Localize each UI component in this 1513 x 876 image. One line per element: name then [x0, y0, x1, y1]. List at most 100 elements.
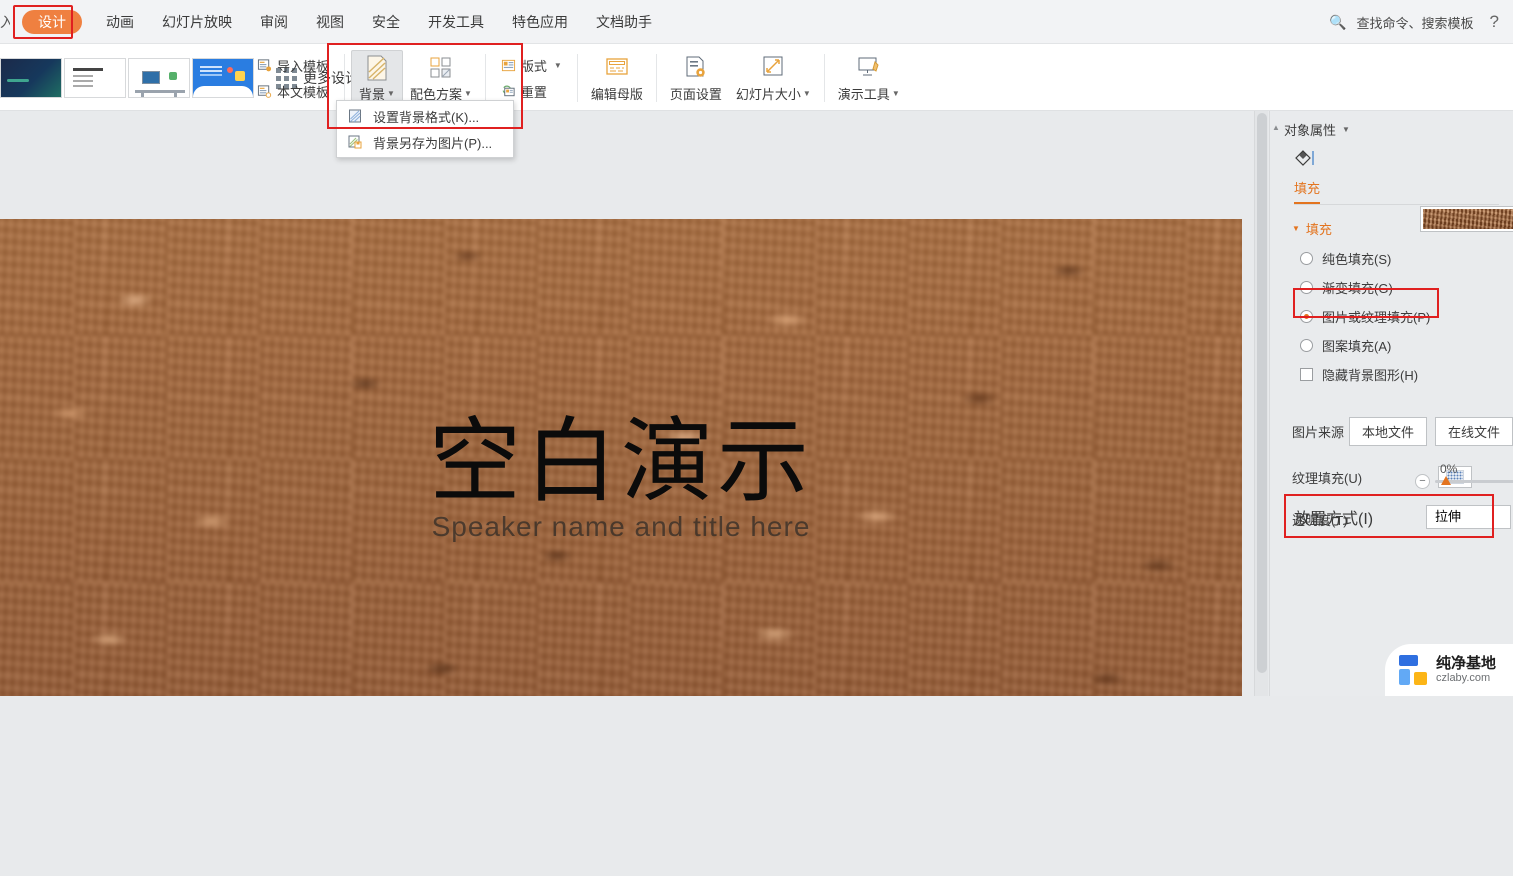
online-file-button[interactable]: 在线文件	[1434, 417, 1513, 446]
background-button[interactable]: 背景 ▼	[351, 49, 403, 107]
fill-option-label: 图片或纹理填充(P)	[1322, 310, 1431, 325]
fill-option-label: 纯色填充(S)	[1322, 252, 1392, 267]
slide-size-icon	[763, 56, 783, 75]
menu-item-label: 设置背景格式(K)...	[373, 109, 480, 125]
radio-icon[interactable]	[1300, 339, 1313, 352]
fill-option-solid[interactable]: 纯色填充(S)	[1270, 244, 1513, 273]
menu-item-set-background-format[interactable]: 设置背景格式(K)...	[337, 103, 513, 129]
watermark-url: czlaby.com	[1436, 671, 1491, 684]
fill-option-picture-or-texture[interactable]: 图片或纹理填充(P)	[1270, 302, 1513, 331]
tab-label: 开发工具	[428, 14, 484, 30]
import-template-icon	[257, 58, 272, 71]
help-icon[interactable]: ?	[1484, 12, 1505, 32]
chevron-down-icon[interactable]: ▼	[803, 89, 811, 98]
checkbox-icon[interactable]	[1300, 368, 1313, 381]
radio-icon-selected[interactable]	[1300, 310, 1313, 323]
tab-animation[interactable]: 动画	[92, 0, 148, 44]
tab-view[interactable]: 视图	[302, 0, 358, 44]
scrollbar-thumb[interactable]	[1257, 113, 1267, 673]
fill-option-gradient[interactable]: 渐变填充(G)	[1270, 273, 1513, 302]
fill-preview-swatch[interactable]	[1420, 206, 1513, 232]
chevron-down-icon[interactable]: ▼	[387, 89, 395, 98]
chevron-down-icon[interactable]: ▼	[554, 61, 562, 70]
tab-featured-apps[interactable]: 特色应用	[498, 0, 582, 44]
slide-title-text[interactable]: 空白演示	[0, 387, 1242, 520]
panel-header: 对象属性 ▼	[1270, 111, 1513, 145]
color-scheme-button[interactable]: 配色方案 ▼	[403, 51, 479, 106]
slider-decrease-button[interactable]: −	[1415, 474, 1430, 489]
shape-fill-icon	[1295, 150, 1314, 166]
tab-label: 文档助手	[596, 14, 652, 30]
tab-label: 入	[0, 14, 10, 30]
tab-label: 审阅	[260, 14, 288, 30]
ribbon-separator	[484, 54, 486, 102]
tab-insert-partial[interactable]: 入	[0, 0, 10, 44]
tab-design[interactable]: 设计	[22, 0, 82, 44]
design-thumbnail-4[interactable]	[192, 58, 254, 98]
transparency-slider[interactable]: − 0%	[1415, 462, 1513, 494]
ribbon-separator	[655, 54, 657, 102]
layout-button[interactable]: 版式 ▼	[498, 54, 565, 77]
placement-value-input[interactable]: 拉伸	[1426, 505, 1511, 529]
hide-background-graphics-option[interactable]: 隐藏背景图形(H)	[1270, 360, 1513, 389]
design-thumbnail-3[interactable]	[128, 58, 190, 98]
color-scheme-icon	[430, 57, 451, 77]
tab-security[interactable]: 安全	[358, 0, 414, 44]
panel-tab-row: 填充	[1270, 174, 1513, 204]
slide-subtitle-text[interactable]: Speaker name and title here	[0, 511, 1242, 543]
layout-label: 版式	[520, 58, 547, 74]
search-icon: 🔍	[1329, 13, 1347, 30]
menu-item-save-background-as-image[interactable]: 背景另存为图片(P)...	[337, 129, 513, 155]
tab-slideshow[interactable]: 幻灯片放映	[148, 0, 246, 44]
panel-object-icon-row	[1270, 145, 1513, 174]
tab-review[interactable]: 审阅	[246, 0, 302, 44]
site-watermark: 纯净基地 czlaby.com	[1385, 644, 1513, 696]
search-label[interactable]: 查找命令、搜索模板	[1357, 13, 1474, 32]
vertical-scrollbar[interactable]: ▲	[1254, 111, 1268, 696]
ribbon-tool-groups: 导入模板 本文模板 背景 ▼ 配色方案 ▼ 版式 ▼ 重置 编辑母版 页面设置 …	[248, 48, 907, 108]
image-source-row: 图片来源 本地文件 在线文件	[1270, 389, 1513, 452]
tab-label: 视图	[316, 14, 344, 30]
fill-option-label: 渐变填充(G)	[1322, 281, 1393, 296]
panel-collapse-icon[interactable]: ▲	[1272, 123, 1280, 132]
tab-doc-assistant[interactable]: 文档助手	[582, 0, 666, 44]
slide-canvas[interactable]: 空白演示 Speaker name and title here	[0, 219, 1242, 696]
radio-icon[interactable]	[1300, 281, 1313, 294]
this-doc-template-icon	[257, 84, 272, 98]
this-doc-template-label: 本文模板	[277, 84, 330, 100]
texture-fill-label: 纹理填充(U)	[1292, 470, 1363, 486]
tab-label: 特色应用	[512, 14, 568, 30]
triangle-down-icon: ▼	[1292, 224, 1300, 233]
ribbon-separator	[823, 54, 825, 102]
tab-fill[interactable]: 填充	[1294, 178, 1321, 204]
design-thumbnail-2[interactable]	[64, 58, 126, 98]
tab-design-label: 设计	[22, 10, 82, 34]
hide-bg-label: 隐藏背景图形(H)	[1322, 368, 1419, 383]
background-group: 背景 ▼ 配色方案 ▼	[351, 49, 479, 107]
radio-icon[interactable]	[1300, 252, 1313, 265]
slider-knob[interactable]	[1441, 476, 1451, 485]
image-source-label: 图片来源	[1292, 425, 1345, 440]
present-group: 演示工具 ▼	[831, 50, 907, 106]
import-template-label: 导入模板	[277, 58, 330, 74]
page-group: 页面设置 幻灯片大小 ▼	[663, 50, 818, 106]
edit-master-label: 编辑母版	[590, 86, 643, 102]
local-file-button[interactable]: 本地文件	[1348, 417, 1427, 446]
chevron-down-icon[interactable]: ▼	[464, 89, 472, 98]
design-thumbnail-1[interactable]	[0, 58, 62, 98]
import-template-button[interactable]: 导入模板	[254, 54, 332, 77]
chevron-down-icon[interactable]: ▼	[1342, 125, 1350, 134]
ribbon-separator	[344, 54, 346, 102]
chevron-down-icon[interactable]: ▼	[892, 89, 900, 98]
present-tools-button[interactable]: 演示工具 ▼	[831, 51, 907, 106]
save-background-image-icon	[348, 135, 362, 149]
edit-master-button[interactable]: 编辑母版	[584, 51, 650, 106]
fill-option-pattern[interactable]: 图案填充(A)	[1270, 331, 1513, 360]
slide-size-button[interactable]: 幻灯片大小 ▼	[729, 51, 818, 106]
slide-work-area[interactable]: 空白演示 Speaker name and title here	[0, 111, 1254, 696]
fill-preview-texture	[1423, 209, 1513, 229]
this-doc-template-button[interactable]: 本文模板	[254, 80, 332, 103]
menu-bar: 入 设计 动画 幻灯片放映 审阅 视图 安全 开发工具 特色应用 文档助手 🔍 …	[0, 0, 1513, 44]
tab-developer-tools[interactable]: 开发工具	[414, 0, 498, 44]
page-setup-button[interactable]: 页面设置	[663, 51, 729, 106]
